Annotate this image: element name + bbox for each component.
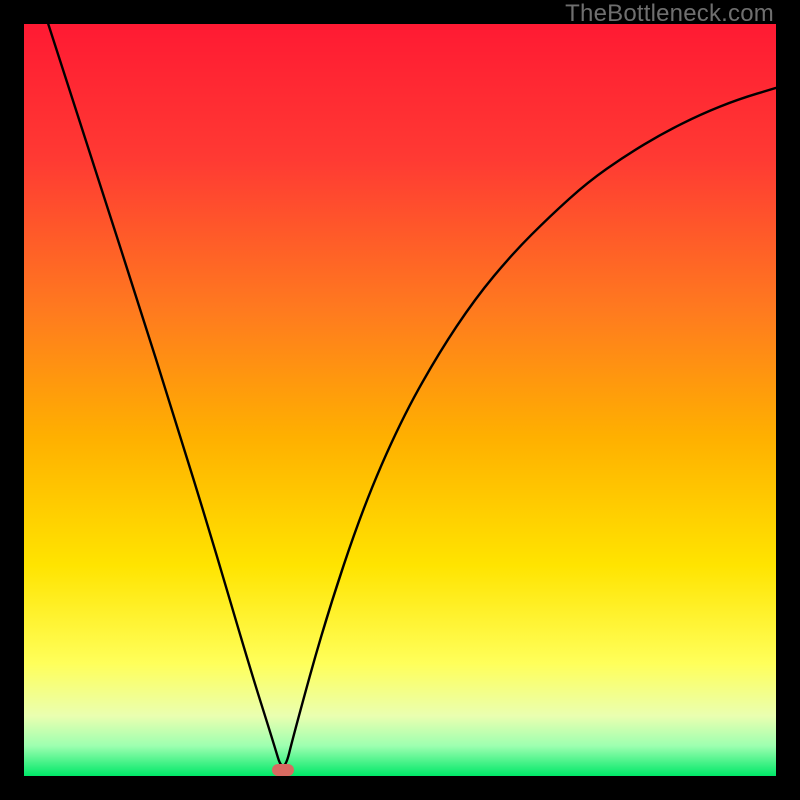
bottleneck-marker <box>272 764 294 776</box>
bottleneck-curve <box>24 24 776 776</box>
watermark-text: TheBottleneck.com <box>565 0 774 28</box>
